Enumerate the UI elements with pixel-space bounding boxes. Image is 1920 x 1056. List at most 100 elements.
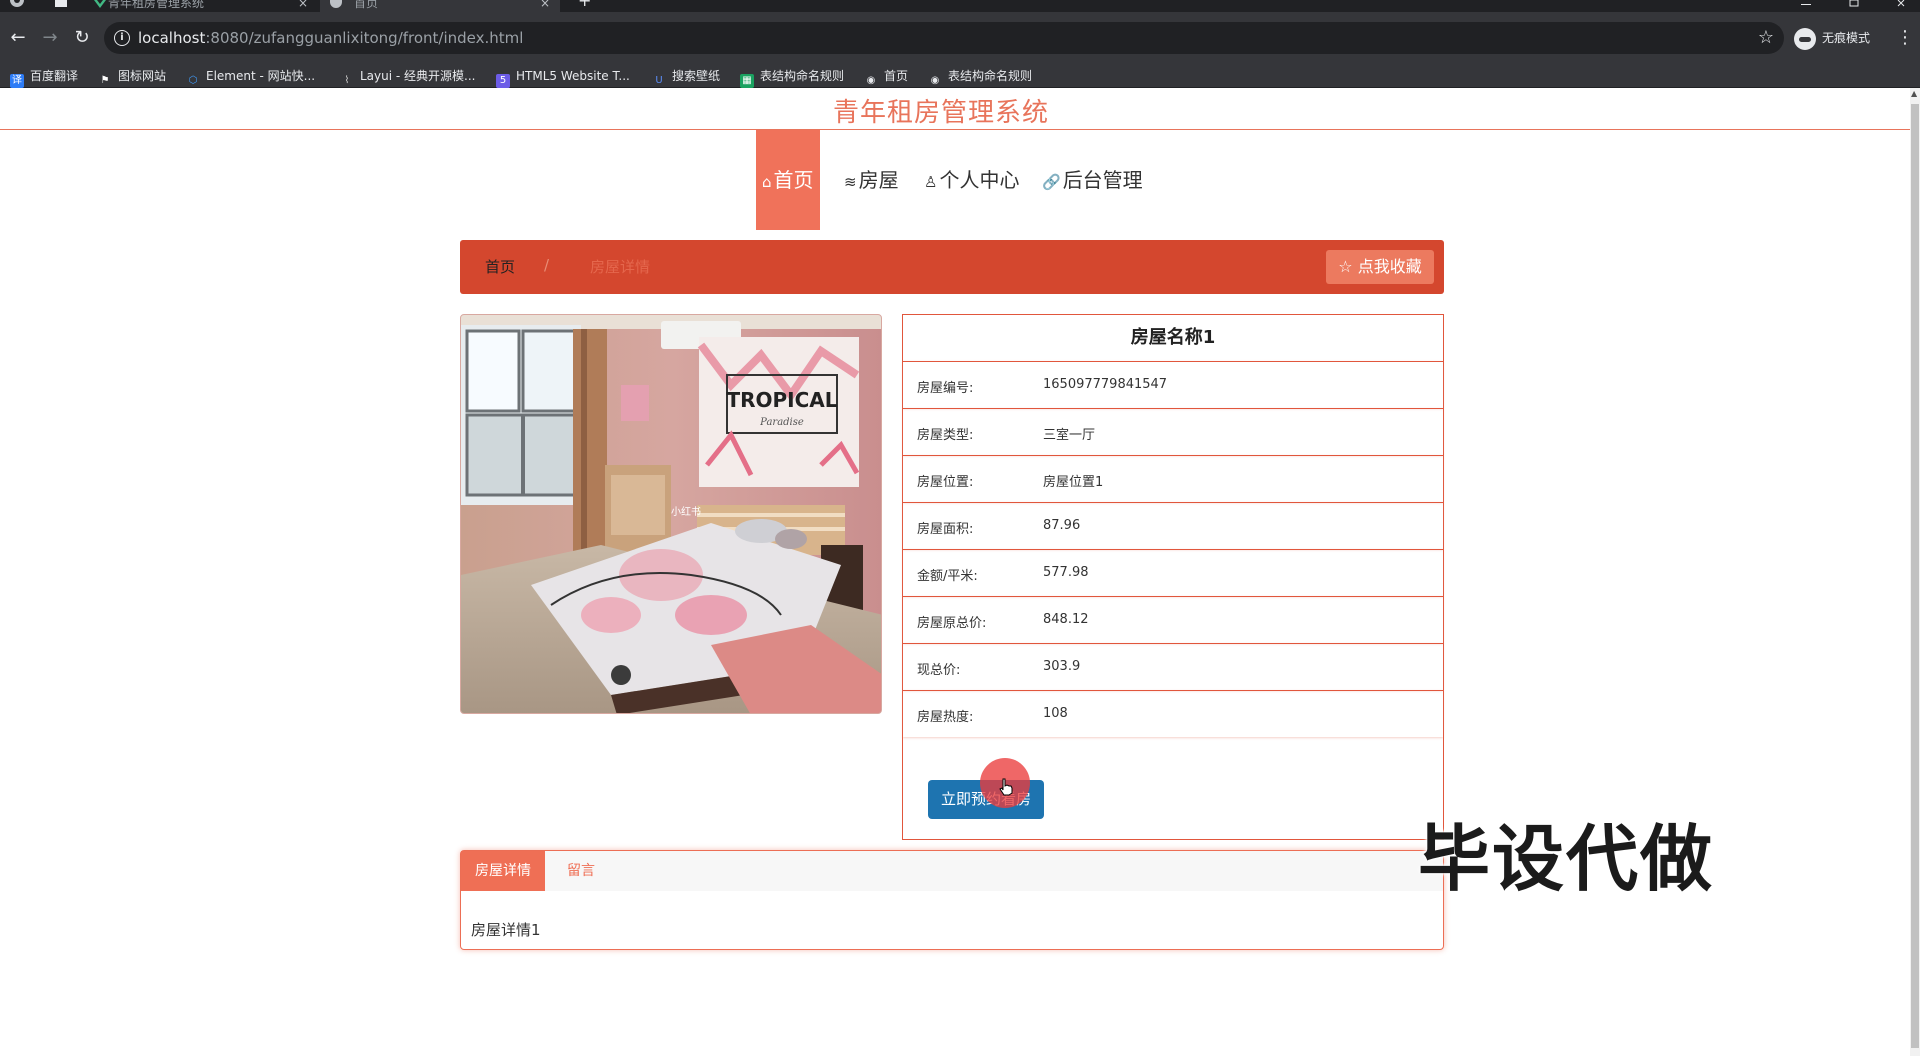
close-window-icon[interactable] <box>1896 0 1908 8</box>
info-value: 87.96 <box>1043 518 1081 533</box>
layers-icon: ≋ <box>844 173 857 191</box>
element-icon: ⬡ <box>188 75 198 86</box>
bookmark-item[interactable]: ◉ 首页 <box>864 67 908 86</box>
incognito-icon <box>1794 27 1816 50</box>
bookmark-item[interactable]: U 搜索壁纸 <box>652 67 720 86</box>
page-viewport: 青年租房管理系统 ⌂ 首页 ≋ 房屋 ♙ 个人中心 🔗 后台管理 首页 / 房屋详情 ☆… <box>0 88 1910 1056</box>
tab-messages[interactable]: 留言 <box>567 851 595 891</box>
url-host: localhost <box>138 29 206 47</box>
breadcrumb: 首页 / 房屋详情 ☆ 点我收藏 <box>460 240 1444 294</box>
home-icon: ⌂ <box>762 173 772 191</box>
tabs-header: 房屋详情 留言 <box>461 851 1443 891</box>
detail-content: 房屋详情1 <box>471 921 541 939</box>
chrome-logo-icon <box>10 0 24 7</box>
url-text: localhost:8080/zufangguanlixitong/front/… <box>138 29 523 47</box>
tab-close-icon[interactable]: × <box>540 0 550 9</box>
scrollbar-thumb[interactable] <box>1911 104 1919 1048</box>
info-row: 房屋面积: 87.96 <box>903 502 1443 549</box>
info-key: 金额/平米: <box>917 569 978 584</box>
html5-icon: 5 <box>496 74 510 88</box>
tab-title: 青年租房管理系统 <box>108 0 205 10</box>
tab-admin-system[interactable]: 青年租房管理系统 × <box>86 0 318 12</box>
reload-button[interactable]: ↻ <box>70 26 94 50</box>
restore-icon[interactable] <box>1848 0 1860 8</box>
bookmark-item[interactable]: ⚑ 图标网站 <box>98 67 167 86</box>
favorite-button[interactable]: ☆ 点我收藏 <box>1326 250 1434 284</box>
info-key: 房屋位置: <box>917 475 974 490</box>
info-row: 金额/平米: 577.98 <box>903 549 1443 596</box>
info-row: 房屋编号: 165097779841547 <box>903 361 1443 408</box>
info-value: 577.98 <box>1043 565 1089 580</box>
info-row: 现总价: 303.9 <box>903 643 1443 690</box>
tab-title: 首页 <box>354 0 379 10</box>
info-row: 房屋原总价: 848.12 <box>903 596 1443 643</box>
info-value: 房屋位置1 <box>1043 475 1104 490</box>
info-key: 现总价: <box>917 663 961 678</box>
vue-logo-icon <box>94 0 106 8</box>
forward-button[interactable]: → <box>38 26 62 50</box>
info-key: 房屋热度: <box>917 710 974 725</box>
bookmark-item[interactable]: ⌇ Layui - 经典开源模... <box>340 67 476 86</box>
nav-admin[interactable]: 🔗 后台管理 <box>1042 130 1143 230</box>
globe-icon: ◉ <box>930 75 940 86</box>
address-bar: ← → ↻ i localhost:8080/zufangguanlixiton… <box>0 12 1920 64</box>
info-key: 房屋面积: <box>917 522 974 537</box>
info-value: 三室一厅 <box>1043 428 1096 443</box>
detail-tabs: 房屋详情 留言 房屋详情1 <box>460 850 1444 950</box>
bookmark-item[interactable]: ▦ 表结构命名规则 <box>740 67 844 88</box>
tab-home[interactable]: 首页 × <box>320 0 560 12</box>
nav-profile[interactable]: ♙ 个人中心 <box>924 130 1019 230</box>
incognito-label: 无痕模式 <box>1822 31 1871 45</box>
wallpaper-icon: U <box>655 75 663 86</box>
bookmark-item[interactable]: ◉ 表结构命名规则 <box>928 67 1032 86</box>
bookmark-star-icon[interactable]: ☆ <box>1758 27 1774 48</box>
info-key: 房屋类型: <box>917 428 974 443</box>
url-input[interactable]: i localhost:8080/zufangguanlixitong/fron… <box>104 22 1784 54</box>
tab-close-icon[interactable]: × <box>298 0 308 9</box>
info-value: 303.9 <box>1043 659 1081 674</box>
globe-icon <box>330 0 342 8</box>
user-icon: ♙ <box>924 173 938 191</box>
nav-houses[interactable]: ≋ 房屋 <box>844 130 899 230</box>
translate-icon: 译 <box>10 74 24 88</box>
browser-menu-icon[interactable]: ⋮ <box>1896 26 1914 50</box>
incognito-indicator[interactable]: 无痕模式 <box>1794 26 1870 50</box>
bookmarks-bar: 译百度翻译 ⚑ 图标网站 ⬡ Element - 网站快... ⌇ Layui - 经… <box>0 64 1920 88</box>
info-row: 房屋类型: 三室一厅 <box>903 408 1443 455</box>
watermark-overlay: 毕设代做 <box>1418 817 1715 901</box>
window-icon <box>55 0 67 7</box>
hand-cursor-icon <box>999 778 1013 796</box>
house-info-panel: 房屋名称1 房屋编号: 165097779841547 房屋类型: 三室一厅 房屋位… <box>902 314 1444 840</box>
breadcrumb-current: 房屋详情 <box>590 258 651 276</box>
scroll-up-arrow-icon[interactable]: ▲ <box>1911 90 1917 98</box>
info-value: 108 <box>1043 706 1068 721</box>
layui-icon: ⌇ <box>344 75 350 86</box>
info-key: 房屋编号: <box>917 381 974 396</box>
link-icon: 🔗 <box>1042 173 1061 191</box>
bookmark-item[interactable]: 5 HTML5 Website T... <box>496 67 630 88</box>
new-tab-button[interactable]: + <box>576 0 596 12</box>
bookmark-item[interactable]: ⬡ Element - 网站快... <box>186 67 315 86</box>
info-value: 848.12 <box>1043 612 1089 627</box>
site-info-icon[interactable]: i <box>114 30 130 46</box>
bookmark-item[interactable]: 译百度翻译 <box>10 67 78 88</box>
info-row: 房屋热度: 108 <box>903 690 1443 737</box>
globe-icon: ◉ <box>866 75 876 86</box>
house-name: 房屋名称1 <box>1130 327 1216 348</box>
flag-icon: ⚑ <box>100 75 110 86</box>
nav-home[interactable]: ⌂ 首页 <box>756 130 820 230</box>
url-path: :8080/zufangguanlixitong/front/index.htm… <box>205 29 524 47</box>
tapestry-text: TROPICAL <box>726 388 837 412</box>
site-title: 青年租房管理系统 <box>832 98 1049 128</box>
breadcrumb-separator: / <box>544 256 550 274</box>
minimize-icon[interactable] <box>1800 0 1812 8</box>
browser-tab-strip: 青年租房管理系统 × 首页 × + <box>0 0 1920 12</box>
info-value: 165097779841547 <box>1043 377 1168 392</box>
tapestry-script: Paradise <box>759 417 804 428</box>
breadcrumb-home-link[interactable]: 首页 <box>485 256 515 277</box>
sheet-icon: ▦ <box>740 74 754 88</box>
tab-house-detail[interactable]: 房屋详情 <box>461 851 545 891</box>
back-button[interactable]: ← <box>6 26 30 50</box>
info-row: 房屋位置: 房屋位置1 <box>903 455 1443 502</box>
photo-watermark-tag: 小红书 <box>671 505 701 518</box>
